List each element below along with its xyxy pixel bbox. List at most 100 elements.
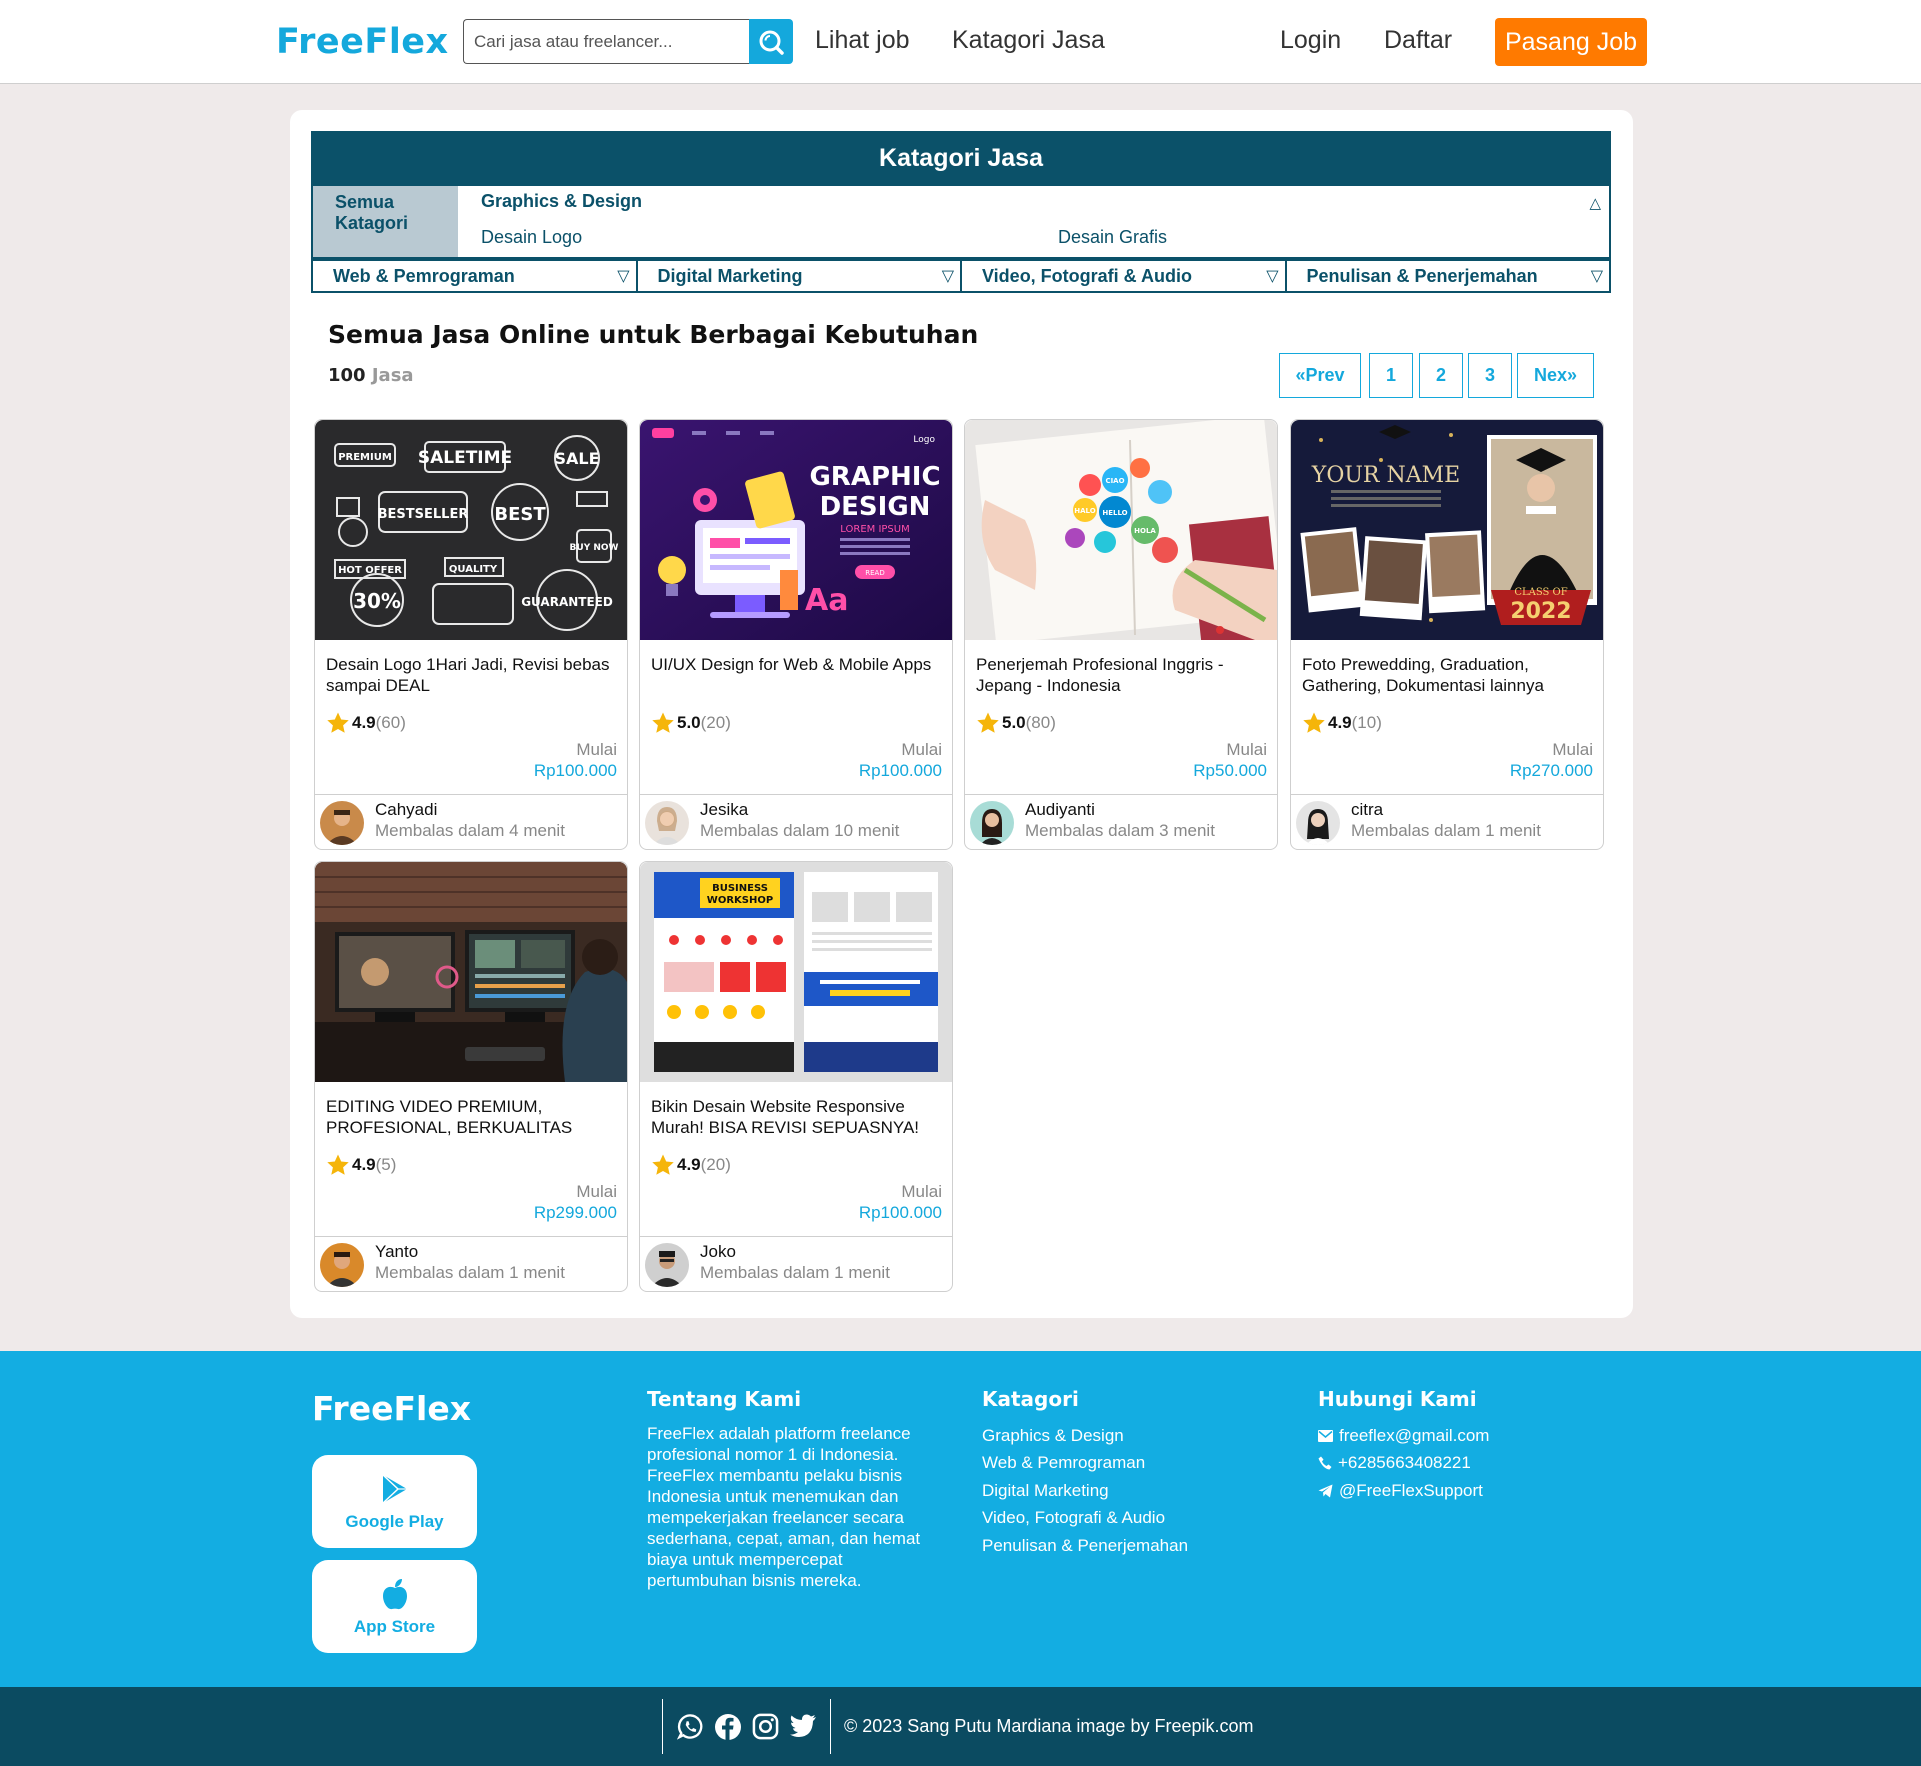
service-card[interactable]: BUSINESS WORKSHOP Bikin Desain Website R… (639, 861, 953, 1292)
about-title: Tentang Kami (647, 1387, 802, 1411)
category-penulisan[interactable]: Penulisan & Penerjemahan ▽ (1285, 259, 1611, 293)
thumb-text: 2022 (1510, 599, 1571, 624)
seller-name: Audiyanti (1025, 800, 1095, 819)
seller-info[interactable]: Yanto Membalas dalam 1 menit (315, 1236, 627, 1291)
service-card[interactable]: Logo Aa GRAPHIC DESIGN LOREM IPSUM READ … (639, 419, 953, 850)
footer-category-link[interactable]: Digital Marketing (982, 1481, 1109, 1501)
service-thumbnail: PREMIUM SALETIME SALE BESTSELLER BEST HO… (315, 420, 627, 640)
nav-login[interactable]: Login (1280, 26, 1341, 55)
seller-info[interactable]: Cahyadi Membalas dalam 4 menit (315, 794, 627, 849)
service-rating: 5.0 (20) (651, 711, 731, 735)
subcategory-desain-logo[interactable]: Desain Logo (481, 227, 582, 248)
footer-category-link[interactable]: Graphics & Design (982, 1426, 1124, 1446)
review-count: (80) (1025, 713, 1056, 732)
service-rating: 5.0 (80) (976, 711, 1056, 735)
seller-name: Joko (700, 1242, 736, 1261)
expand-icon: ▽ (1266, 268, 1279, 285)
category-digital-marketing[interactable]: Digital Marketing ▽ (636, 259, 961, 293)
service-rating: 4.9 (5) (326, 1153, 396, 1177)
review-count: (5) (375, 1155, 397, 1174)
thumb-text: BUSINESS (712, 883, 768, 894)
pagination-page-1[interactable]: 1 (1369, 353, 1413, 398)
facebook-icon (715, 1714, 741, 1740)
subcategory-desain-grafis[interactable]: Desain Grafis (1058, 227, 1167, 248)
facebook-link[interactable] (714, 1713, 742, 1746)
category-video-fotografi[interactable]: Video, Fotografi & Audio ▽ (961, 259, 1286, 293)
service-rating: 4.9 (20) (651, 1153, 731, 1177)
seller-info[interactable]: citra Membalas dalam 1 menit (1291, 794, 1603, 849)
thumb-text: HOT OFFER (338, 565, 402, 576)
category-graphics-design[interactable]: Graphics & Design (481, 191, 642, 212)
whatsapp-link[interactable] (676, 1713, 704, 1745)
thumb-text: BESTSELLER (378, 507, 469, 522)
telegram-icon (1318, 1484, 1333, 1498)
category-header: Katagori Jasa (311, 131, 1611, 186)
all-categories-tab[interactable]: Semua Katagori (313, 186, 458, 257)
thumb-text: READ (865, 569, 884, 577)
footer-category-link[interactable]: Web & Pemrograman (982, 1453, 1145, 1473)
pagination-page-2[interactable]: 2 (1419, 353, 1463, 398)
service-card[interactable]: PREMIUM SALETIME SALE BESTSELLER BEST HO… (314, 419, 628, 850)
avatar (645, 801, 689, 845)
review-count: (20) (700, 713, 731, 732)
pagination-page-3[interactable]: 3 (1468, 353, 1512, 398)
expand-icon: ▽ (617, 268, 630, 285)
navbar: FreeFlex Lihat job Katagori Jasa Login D… (0, 0, 1921, 84)
nav-daftar[interactable]: Daftar (1384, 26, 1452, 55)
nav-lihat-job[interactable]: Lihat job (815, 26, 910, 55)
service-card[interactable]: CIAO HELLO HALO HOLA Penerjemah Profesio… (964, 419, 1278, 850)
service-thumbnail: YOUR NAME CLASS OF 2022 (1291, 420, 1603, 640)
instagram-icon (752, 1713, 779, 1740)
avatar (970, 801, 1014, 845)
seller-reply-time: Membalas dalam 1 menit (375, 1263, 565, 1282)
seller-name: Yanto (375, 1242, 419, 1261)
footer: FreeFlex Google Play App Store Tentang K… (0, 1351, 1921, 1687)
google-play-icon (381, 1473, 407, 1504)
service-price: Rp100.000 (858, 761, 942, 780)
review-count: (20) (700, 1155, 731, 1174)
pagination-prev[interactable]: «Prev (1279, 353, 1361, 398)
contact-email[interactable]: freeflex@gmail.com (1318, 1426, 1489, 1446)
seller-name: Cahyadi (375, 800, 438, 819)
price-label: Mulai (1226, 740, 1267, 759)
nav-kategori-jasa[interactable]: Katagori Jasa (952, 26, 1105, 55)
service-title[interactable]: Desain Logo 1Hari Jadi, Revisi bebas sam… (326, 654, 621, 696)
twitter-link[interactable] (789, 1713, 817, 1744)
contact-phone[interactable]: +6285663408221 (1318, 1453, 1471, 1473)
search-input[interactable] (463, 19, 750, 64)
footer-category-link[interactable]: Video, Fotografi & Audio (982, 1508, 1165, 1528)
seller-reply-time: Membalas dalam 4 menit (375, 821, 565, 840)
pagination-next[interactable]: Nex» (1517, 353, 1594, 398)
star-icon (977, 712, 999, 733)
contact-telegram[interactable]: @FreeFlexSupport (1318, 1481, 1483, 1501)
instagram-link[interactable] (752, 1713, 779, 1745)
seller-reply-time: Membalas dalam 3 menit (1025, 821, 1215, 840)
thumb-text: YOUR NAME (1311, 463, 1460, 488)
service-card[interactable]: YOUR NAME CLASS OF 2022 Foto Prewedding,… (1290, 419, 1604, 850)
service-title[interactable]: UI/UX Design for Web & Mobile Apps (651, 654, 946, 675)
star-icon (652, 712, 674, 733)
seller-info[interactable]: Audiyanti Membalas dalam 3 menit (965, 794, 1277, 849)
pasang-job-button[interactable]: Pasang Job (1495, 18, 1647, 66)
service-title[interactable]: Foto Prewedding, Graduation, Gathering, … (1302, 654, 1597, 696)
bottom-bar: © 2023 Sang Putu Mardiana image by Freep… (0, 1687, 1921, 1766)
count-number: 100 (328, 365, 366, 386)
seller-info[interactable]: Joko Membalas dalam 1 menit (640, 1236, 952, 1291)
divider (830, 1699, 831, 1754)
google-play-button[interactable]: Google Play (312, 1455, 477, 1548)
collapse-icon[interactable]: △ (1589, 194, 1601, 212)
category-label: Digital Marketing (657, 266, 803, 286)
category-web-pemrograman[interactable]: Web & Pemrograman ▽ (311, 259, 637, 293)
price-label: Mulai (901, 740, 942, 759)
listing-count: 100 Jasa (328, 365, 414, 386)
brand-logo[interactable]: FreeFlex (276, 22, 449, 62)
service-card[interactable]: EDITING VIDEO PREMIUM, PROFESIONAL, BERK… (314, 861, 628, 1292)
footer-category-link[interactable]: Penulisan & Penerjemahan (982, 1536, 1188, 1556)
avatar (1296, 801, 1340, 845)
service-title[interactable]: EDITING VIDEO PREMIUM, PROFESIONAL, BERK… (326, 1096, 621, 1138)
service-title[interactable]: Bikin Desain Website Responsive Murah! B… (651, 1096, 946, 1138)
service-title[interactable]: Penerjemah Profesional Inggris - Jepang … (976, 654, 1271, 696)
search-button[interactable] (749, 19, 793, 64)
app-store-button[interactable]: App Store (312, 1560, 477, 1653)
seller-info[interactable]: Jesika Membalas dalam 10 menit (640, 794, 952, 849)
